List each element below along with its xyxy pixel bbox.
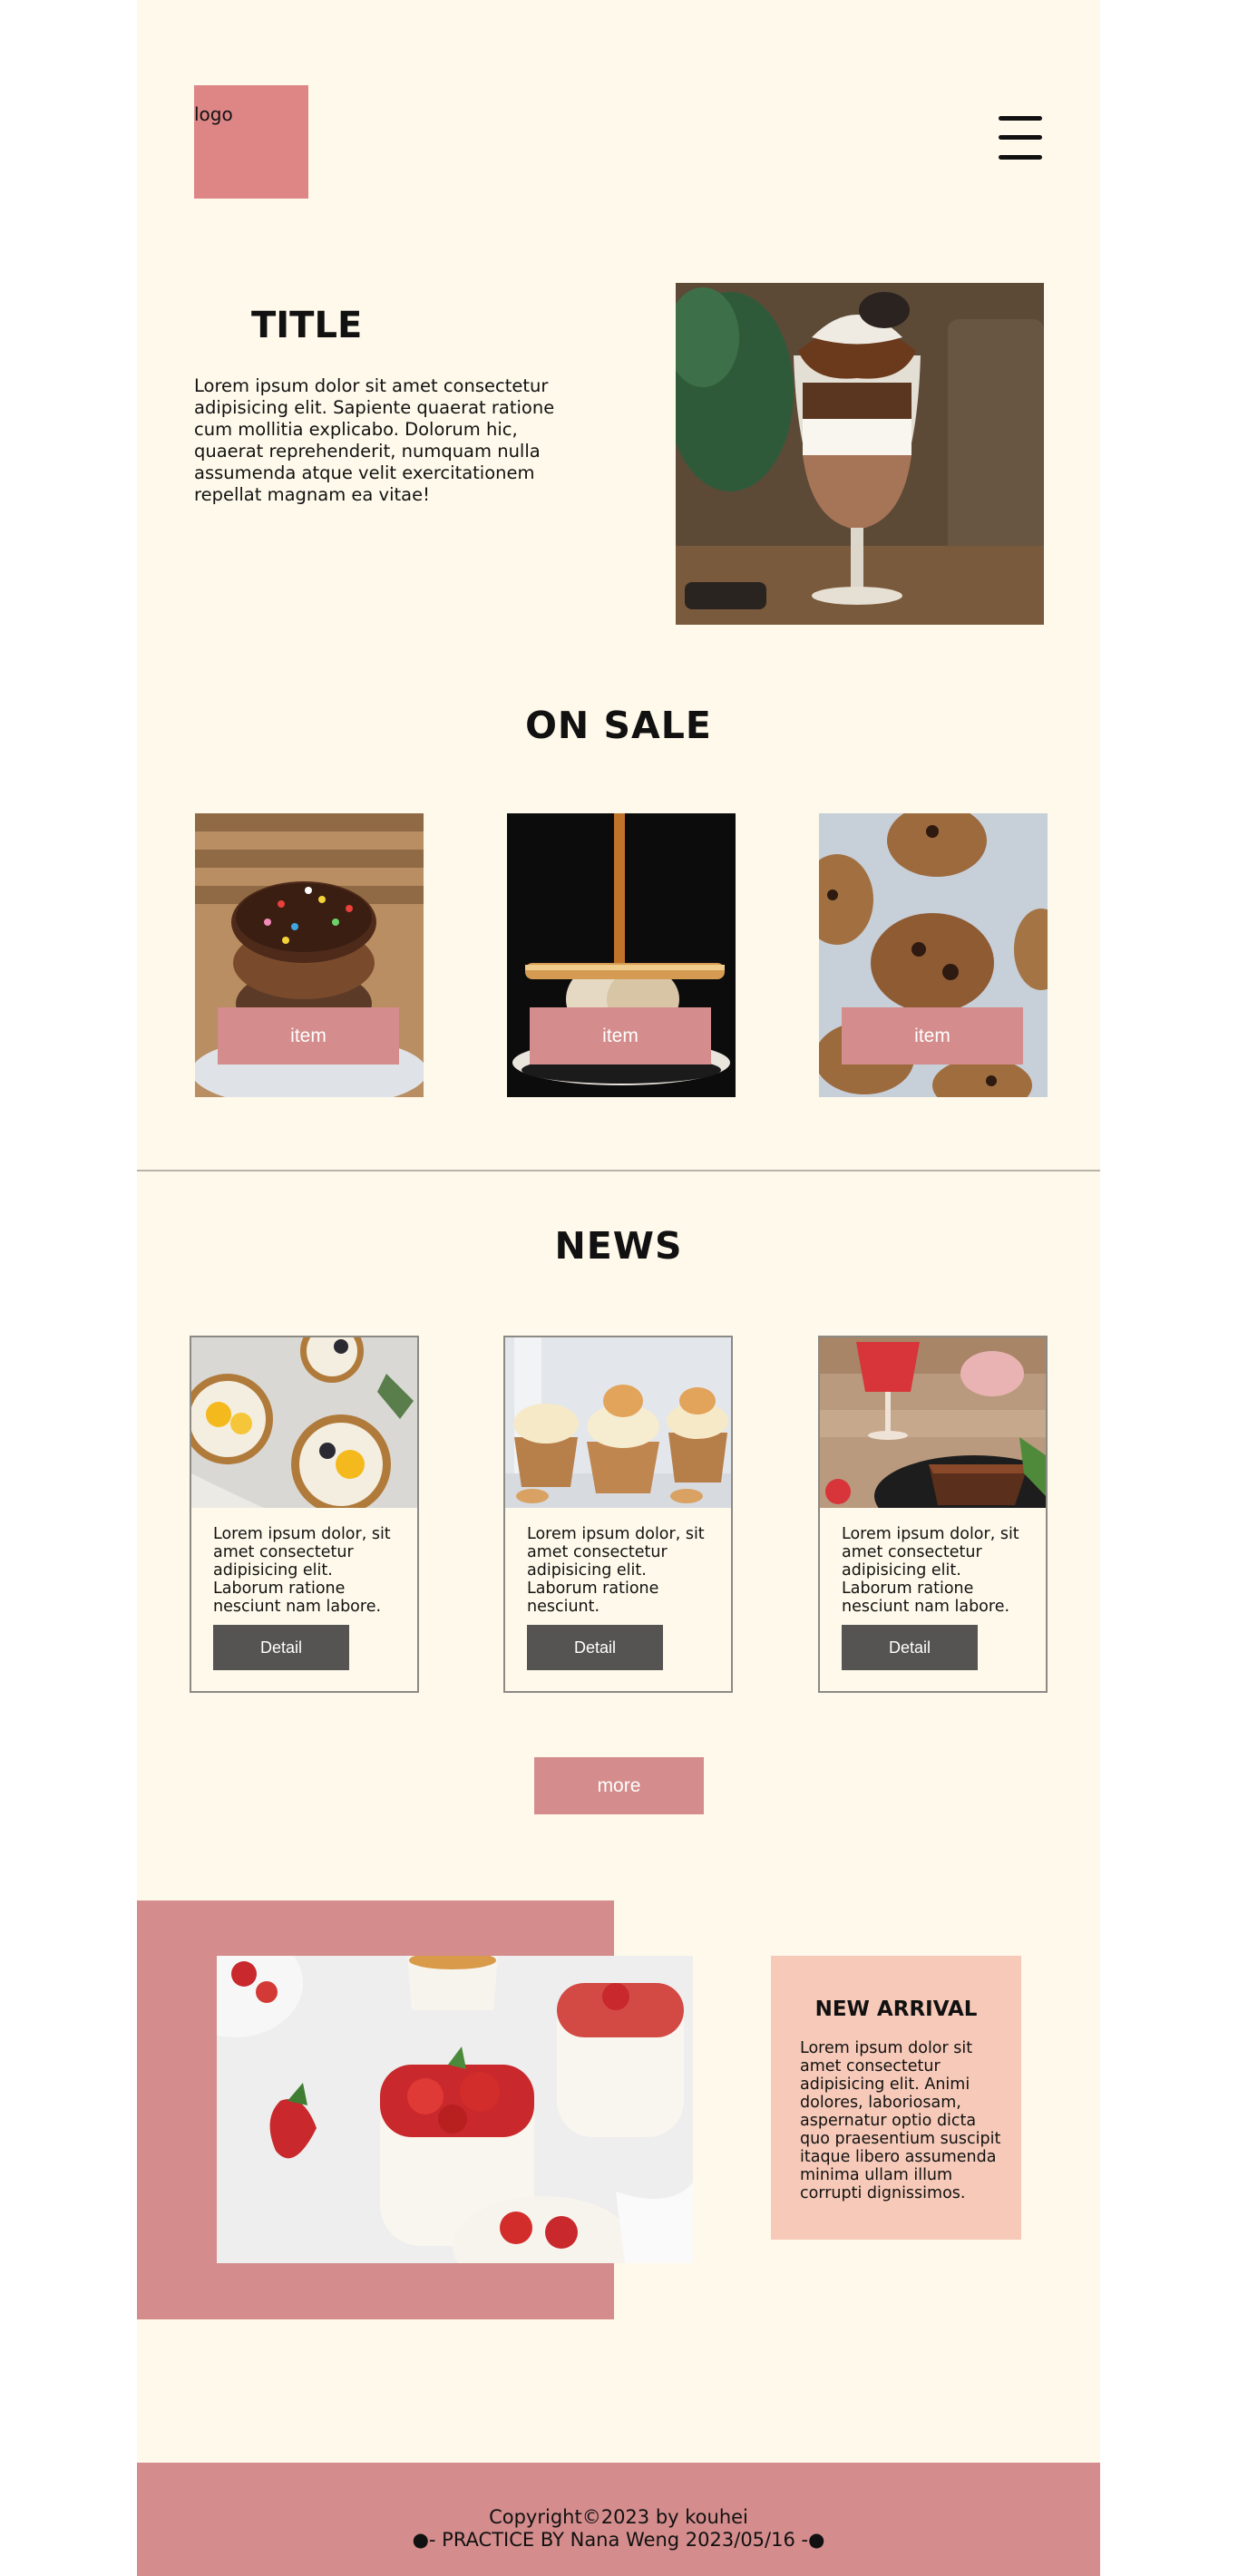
new-arrival-text: Lorem ipsum dolor sit amet consectetur a… [800, 2039, 1001, 2202]
section-divider [137, 1170, 1100, 1171]
hamburger-menu-icon[interactable] [997, 112, 1044, 163]
sale-card-icecream[interactable]: item [507, 813, 736, 1097]
new-arrival-pudding-image [217, 1956, 693, 2263]
news-card-2: Lorem ipsum dolor, sit amet consectetur … [503, 1336, 733, 1693]
hero-title: TITLE [251, 305, 363, 346]
detail-button-1[interactable]: Detail [213, 1625, 349, 1670]
sale-item-button-2[interactable]: item [530, 1007, 711, 1064]
news-card-3: Lorem ipsum dolor, sit amet consectetur … [818, 1336, 1048, 1693]
news-card-1: Lorem ipsum dolor, sit amet consectetur … [190, 1336, 419, 1693]
detail-button-2[interactable]: Detail [527, 1625, 663, 1670]
news-tarts-image [191, 1337, 417, 1508]
new-arrival-title: NEW ARRIVAL [814, 1998, 978, 2021]
new-arrival-panel: NEW ARRIVAL Lorem ipsum dolor sit amet c… [771, 1956, 1021, 2240]
more-button[interactable]: more [534, 1757, 704, 1814]
sale-card-donuts[interactable]: item [195, 813, 424, 1097]
news-drinks-cake-image [820, 1337, 1046, 1508]
footer: Copyright©2023 by kouhei ●- PRACTICE BY … [137, 2463, 1100, 2576]
news-cupcakes-image [505, 1337, 731, 1508]
hero-dessert-image [676, 283, 1044, 625]
sale-item-button-3[interactable]: item [842, 1007, 1023, 1064]
news-text-2: Lorem ipsum dolor, sit amet consectetur … [527, 1525, 705, 1616]
hero-text: Lorem ipsum dolor sit amet consectetur a… [194, 375, 555, 505]
detail-button-3[interactable]: Detail [842, 1625, 978, 1670]
news-text-3: Lorem ipsum dolor, sit amet consectetur … [842, 1525, 1019, 1616]
sale-card-cookies[interactable]: item [819, 813, 1048, 1097]
logo-text: logo [194, 103, 233, 125]
news-title: NEWS [554, 1224, 683, 1268]
page: logo TITLE Lorem ipsum dolor sit amet co… [137, 0, 1100, 2576]
footer-copyright: Copyright©2023 by kouhei [489, 2506, 748, 2528]
logo[interactable]: logo [194, 85, 308, 199]
footer-practice-credit: ●- PRACTICE BY Nana Weng 2023/05/16 -● [412, 2529, 825, 2551]
sale-item-button-1[interactable]: item [218, 1007, 399, 1064]
on-sale-title: ON SALE [525, 704, 712, 747]
news-text-1: Lorem ipsum dolor, sit amet consectetur … [213, 1525, 391, 1616]
